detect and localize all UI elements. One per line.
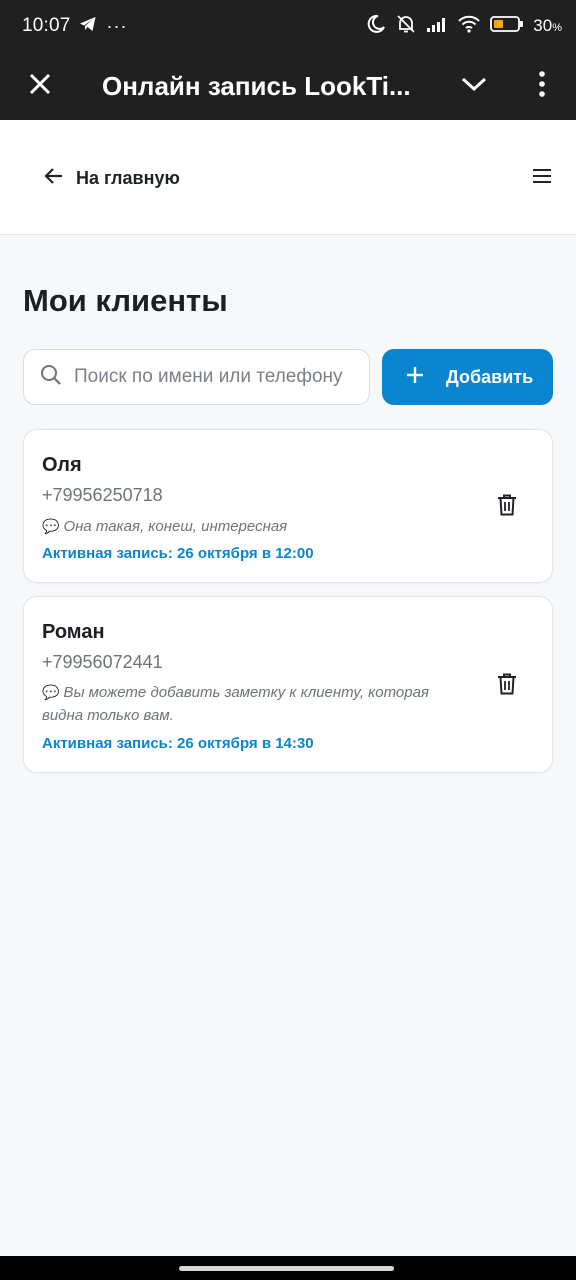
add-button-label: Добавить (446, 366, 534, 387)
back-to-home-link[interactable]: На главную (44, 164, 180, 192)
more-notifications-icon: ··· (106, 15, 128, 36)
client-active-booking: Активная запись: 26 октября в 12:00 (42, 545, 314, 562)
site-header: На главную (0, 120, 576, 235)
search-box[interactable] (23, 349, 370, 405)
status-bar: 10:07 ··· 30% (0, 0, 576, 52)
client-card[interactable]: Роман +79956072441 💬 Вы можете добавить з… (23, 596, 553, 773)
speech-bubble-icon: 💬 (42, 518, 60, 534)
client-card[interactable]: Оля +79956250718 💬 Она такая, конеш, инте… (23, 429, 553, 583)
muted-bell-icon (395, 14, 417, 39)
client-name: Оля (42, 454, 82, 476)
page-title: Мои клиенты (23, 283, 228, 318)
client-active-booking: Активная запись: 26 октября в 14:30 (42, 735, 314, 752)
close-icon (28, 72, 52, 101)
more-options-button[interactable] (520, 62, 564, 110)
status-time: 10:07 (22, 15, 71, 36)
more-vertical-icon (538, 70, 546, 102)
signal-icon (426, 16, 448, 37)
collapse-button[interactable] (448, 62, 500, 110)
trash-icon (497, 494, 517, 521)
client-phone: +79956072441 (42, 652, 163, 672)
delete-client-button[interactable] (494, 672, 520, 700)
client-phone: +79956250718 (42, 485, 163, 505)
battery-percent: 30% (533, 16, 562, 35)
hamburger-menu-icon (532, 168, 552, 189)
client-note: 💬 Вы можете добавить заметку к клиенту, к… (42, 684, 429, 724)
search-icon (40, 364, 62, 391)
plus-icon (406, 366, 424, 389)
search-input[interactable] (74, 366, 359, 388)
close-button[interactable] (0, 52, 80, 120)
trash-icon (497, 673, 517, 700)
telegram-icon (79, 16, 97, 37)
home-gesture-handle[interactable] (179, 1266, 394, 1271)
battery-icon (490, 15, 524, 38)
app-bar: Онлайн запись LookTi... (0, 52, 576, 120)
client-name: Роман (42, 621, 105, 643)
wifi-icon (457, 15, 481, 38)
app-title: Онлайн запись LookTi... (102, 70, 411, 101)
speech-bubble-icon: 💬 (42, 684, 60, 700)
system-nav-bar (0, 1256, 576, 1280)
back-label: На главную (76, 167, 180, 188)
arrow-left-icon (44, 167, 64, 190)
chevron-down-icon (461, 76, 487, 97)
add-client-button[interactable]: Добавить (382, 349, 553, 405)
menu-button[interactable] (528, 166, 556, 190)
client-note: 💬 Она такая, конеш, интересная (42, 518, 288, 535)
delete-client-button[interactable] (494, 493, 520, 521)
moon-icon (366, 14, 386, 39)
